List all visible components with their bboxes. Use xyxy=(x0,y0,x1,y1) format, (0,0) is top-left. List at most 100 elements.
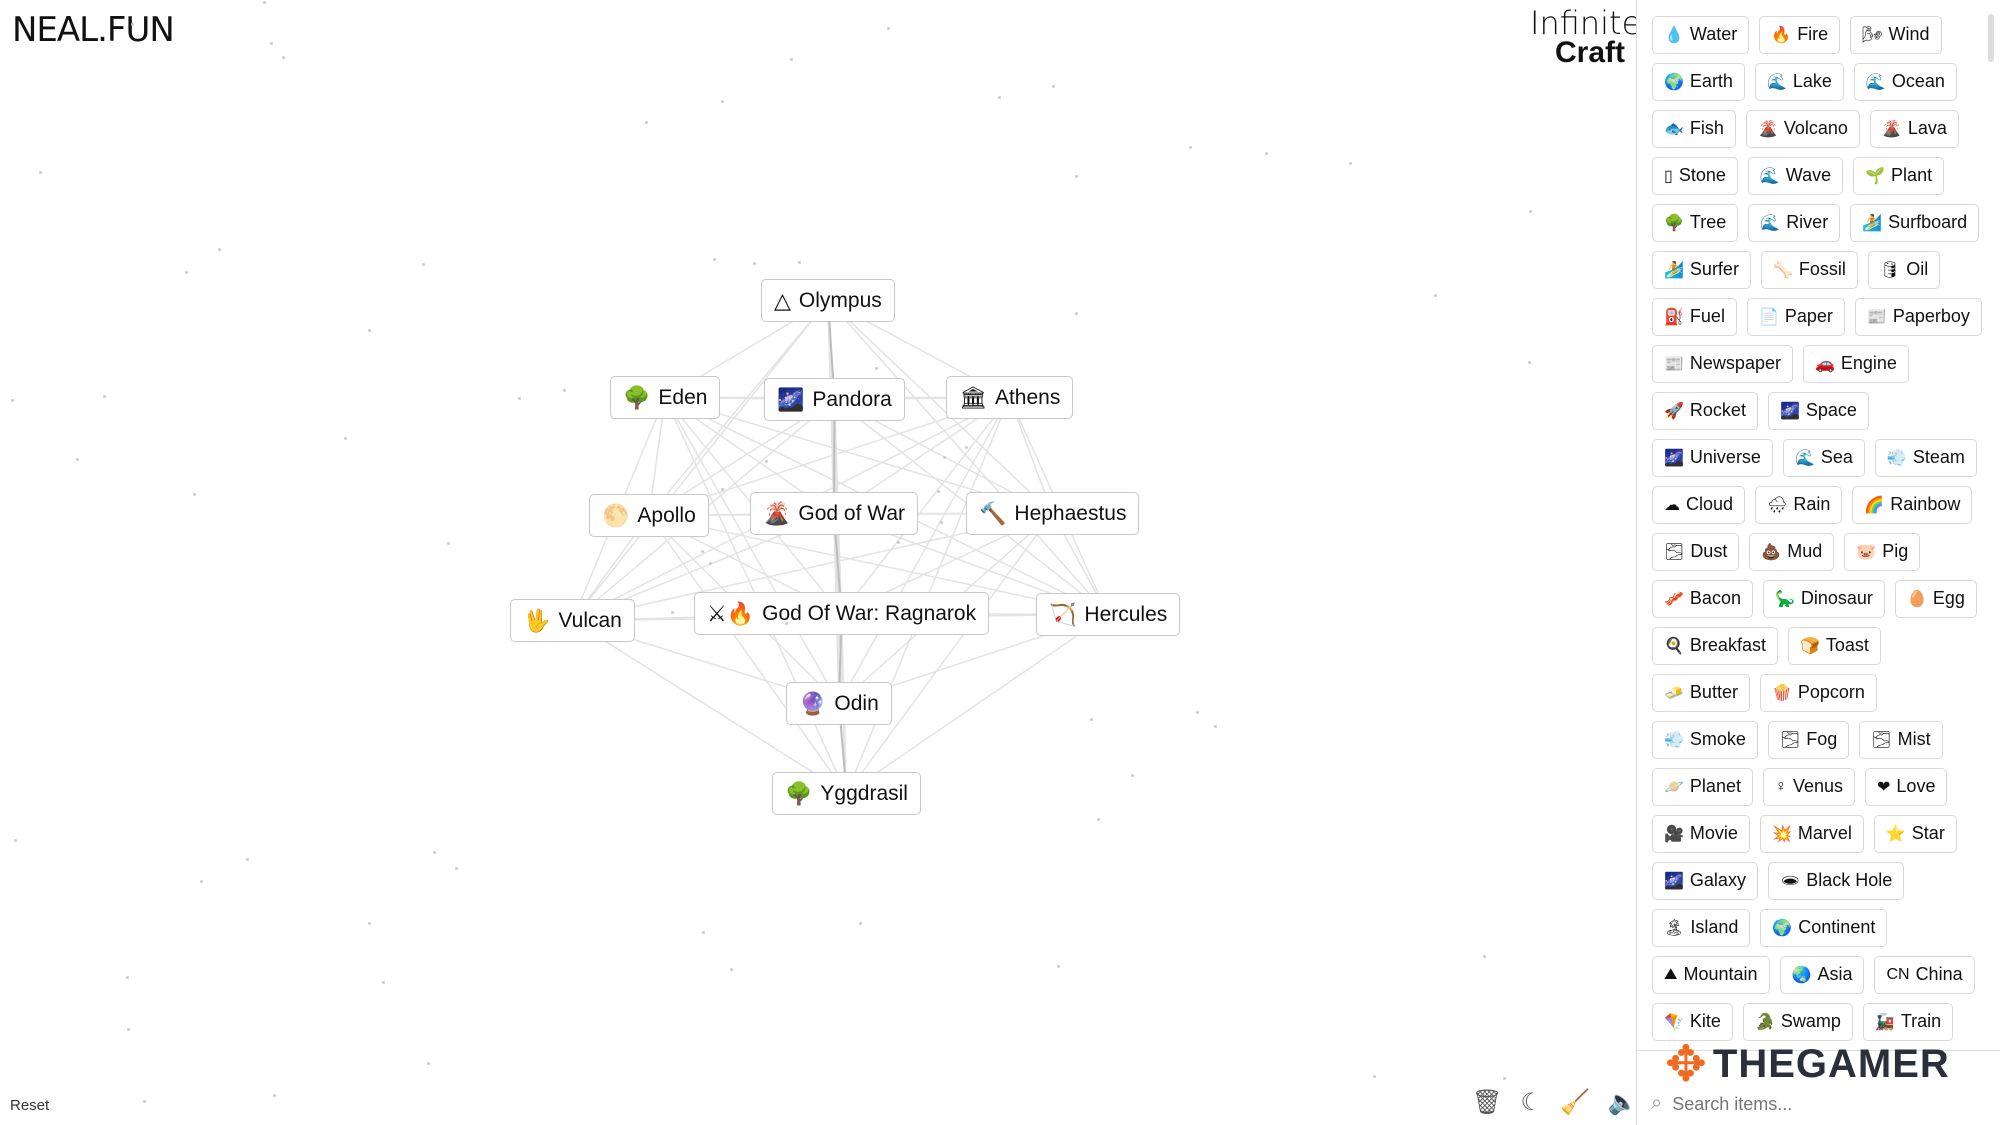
item-stone[interactable]: ▯ Stone xyxy=(1652,156,1738,195)
node-eden[interactable]: 🌳 Eden xyxy=(610,376,721,419)
item-icon: 🌫 xyxy=(1871,731,1892,749)
background-dot xyxy=(702,930,706,934)
background-dot xyxy=(432,850,436,854)
item-dinosaur[interactable]: 🦕 Dinosaur xyxy=(1762,579,1885,618)
item-black-hole[interactable]: 🕳 Black Hole xyxy=(1767,861,1905,900)
item-river[interactable]: 🌊 River xyxy=(1748,203,1841,242)
item-label: Swamp xyxy=(1780,1011,1841,1031)
node-odin[interactable]: 🔮 Odin xyxy=(786,682,892,725)
item-fire[interactable]: 🔥 Fire xyxy=(1759,15,1841,54)
item-fog[interactable]: 🌫 Fog xyxy=(1767,720,1850,759)
broom-icon[interactable]: 🧹 xyxy=(1560,1088,1590,1117)
reset-button[interactable]: Reset xyxy=(10,1097,49,1114)
item-paper[interactable]: 📄 Paper xyxy=(1746,297,1845,336)
moon-icon[interactable]: ☾ xyxy=(1520,1088,1542,1117)
item-galaxy[interactable]: 🌌 Galaxy xyxy=(1652,861,1758,900)
node-olympus[interactable]: △ Olympus xyxy=(761,279,895,322)
item-icon: 🐷 xyxy=(1856,543,1877,561)
node-ragnarok[interactable]: ⚔🔥 God Of War: Ragnarok xyxy=(694,592,990,635)
item-steam[interactable]: 💨 Steam xyxy=(1874,438,1977,477)
item-sea[interactable]: 🌊 Sea xyxy=(1782,438,1865,477)
item-lake[interactable]: 🌊 Lake xyxy=(1754,62,1844,101)
item-wind[interactable]: 🌬 Wind xyxy=(1850,15,1942,54)
item-universe[interactable]: 🌌 Universe xyxy=(1652,438,1773,477)
item-ocean[interactable]: 🌊 Ocean xyxy=(1853,62,1957,101)
node-hercules[interactable]: 🏹 Hercules xyxy=(1036,593,1181,636)
sun-icon: 🌕 xyxy=(602,502,630,528)
trash-icon[interactable]: 🗑 xyxy=(1472,1088,1502,1117)
item-dust[interactable]: 🌫 Dust xyxy=(1652,532,1740,571)
item-pig[interactable]: 🐷 Pig xyxy=(1844,532,1921,571)
item-fish[interactable]: 🐟 Fish xyxy=(1652,109,1736,148)
item-icon: 🏝 xyxy=(1664,919,1685,937)
item-paperboy[interactable]: 📰 Paperboy xyxy=(1854,297,1982,336)
item-icon: ❤ xyxy=(1877,778,1891,796)
item-newspaper[interactable]: 📰 Newspaper xyxy=(1652,344,1793,383)
scrollbar[interactable] xyxy=(1988,14,1994,62)
item-planet[interactable]: 🪐 Planet xyxy=(1652,767,1753,806)
item-asia[interactable]: 🌏 Asia xyxy=(1779,955,1865,994)
item-egg[interactable]: 🥚 Egg xyxy=(1894,579,1977,618)
tree-icon: 🌳 xyxy=(623,384,651,410)
item-volcano[interactable]: 🌋 Volcano xyxy=(1745,109,1860,148)
item-rainbow[interactable]: 🌈 Rainbow xyxy=(1852,485,1973,524)
item-icon: ♀ xyxy=(1774,777,1787,795)
item-star[interactable]: ⭐ Star xyxy=(1873,814,1957,853)
item-lava[interactable]: 🌋 Lava xyxy=(1869,109,1959,148)
node-label: Yggdrasil xyxy=(820,781,908,805)
node-godofwar[interactable]: 🌋 God of War xyxy=(750,492,918,535)
item-cloud[interactable]: ☁ Cloud xyxy=(1652,485,1746,524)
item-marvel[interactable]: 💥 Marvel xyxy=(1759,814,1864,853)
item-mist[interactable]: 🌫 Mist xyxy=(1859,720,1943,759)
sound-icon[interactable]: 🔈 xyxy=(1608,1088,1638,1117)
item-label: Movie xyxy=(1689,823,1738,843)
item-popcorn[interactable]: 🍿 Popcorn xyxy=(1759,673,1877,712)
item-icon: 📰 xyxy=(1866,308,1887,326)
node-apollo[interactable]: 🌕 Apollo xyxy=(589,494,709,537)
item-label: Fuel xyxy=(1689,306,1725,326)
item-fossil[interactable]: 🦴 Fossil xyxy=(1760,250,1858,289)
item-china[interactable]: CN China xyxy=(1874,955,1975,994)
item-row: 🥓 Bacon 🦕 Dinosaur 🥚 Egg xyxy=(1652,576,2000,621)
item-icon: 🥓 xyxy=(1664,590,1684,608)
item-icon: 🌌 xyxy=(1664,449,1684,467)
item-icon: 🍞 xyxy=(1799,637,1820,655)
item-rocket[interactable]: 🚀 Rocket xyxy=(1652,391,1758,430)
item-label: Rain xyxy=(1793,494,1831,514)
item-venus[interactable]: ♀ Venus xyxy=(1762,767,1856,806)
item-engine[interactable]: 🚗 Engine xyxy=(1802,344,1909,383)
item-label: Fog xyxy=(1806,729,1838,749)
item-love[interactable]: ❤ Love xyxy=(1865,767,1948,806)
item-tree[interactable]: 🌳 Tree xyxy=(1652,203,1739,242)
item-icon: 💥 xyxy=(1771,825,1792,843)
item-water[interactable]: 💧 Water xyxy=(1652,15,1750,54)
item-movie[interactable]: 🎥 Movie xyxy=(1652,814,1750,853)
item-plant[interactable]: 🌱 Plant xyxy=(1853,156,1945,195)
item-space[interactable]: 🌌 Space xyxy=(1767,391,1869,430)
search-input[interactable] xyxy=(1672,1094,1933,1115)
item-oil[interactable]: 🛢 Oil xyxy=(1867,250,1941,289)
item-island[interactable]: 🏝 Island xyxy=(1652,908,1751,947)
background-dot xyxy=(272,1094,276,1098)
item-butter[interactable]: 🧈 Butter xyxy=(1652,673,1750,712)
connection-line xyxy=(838,397,1011,704)
item-earth[interactable]: 🌍 Earth xyxy=(1652,62,1745,101)
item-breakfast[interactable]: 🍳 Breakfast xyxy=(1652,626,1778,665)
item-continent[interactable]: 🌍 Continent xyxy=(1760,908,1888,947)
item-toast[interactable]: 🍞 Toast xyxy=(1787,626,1881,665)
item-bacon[interactable]: 🥓 Bacon xyxy=(1652,579,1753,618)
item-wave[interactable]: 🌊 Wave xyxy=(1747,156,1844,195)
item-icon: 🌬 xyxy=(1862,26,1883,44)
item-mud[interactable]: 💩 Mud xyxy=(1749,532,1835,571)
item-mountain[interactable]: ⛰ Mountain xyxy=(1652,955,1770,994)
item-rain[interactable]: 🌧 Rain xyxy=(1755,485,1843,524)
node-hephaestus[interactable]: 🔨 Hephaestus xyxy=(966,492,1140,535)
item-fuel[interactable]: ⛽ Fuel xyxy=(1652,297,1737,336)
item-surfboard[interactable]: 🏄 Surfboard xyxy=(1850,203,1980,242)
item-surfer[interactable]: 🏄 Surfer xyxy=(1652,250,1751,289)
node-vulcan[interactable]: 🖖 Vulcan xyxy=(510,599,635,642)
node-pandora[interactable]: 🌌 Pandora xyxy=(764,378,905,421)
node-athens[interactable]: 🏛 Athens xyxy=(946,376,1074,419)
node-yggdrasil[interactable]: 🌳 Yggdrasil xyxy=(772,772,921,815)
item-smoke[interactable]: 💨 Smoke xyxy=(1652,720,1758,759)
